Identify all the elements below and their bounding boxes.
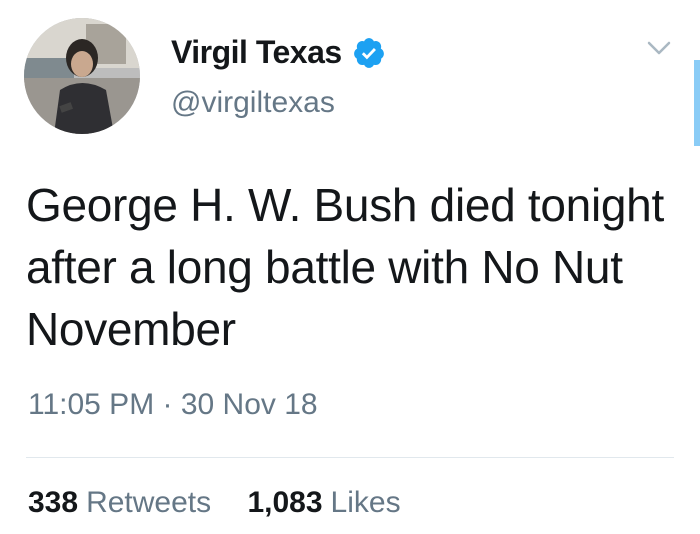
avatar-photo (24, 18, 140, 134)
scrollbar-thumb[interactable] (694, 60, 700, 146)
retweets-count: 338 (28, 486, 79, 519)
likes-count: 1,083 (247, 486, 323, 519)
verified-badge-icon (352, 36, 386, 70)
divider (26, 457, 674, 458)
user-handle[interactable]: @virgiltexas (171, 86, 335, 120)
chevron-down-icon[interactable] (646, 38, 672, 58)
tweet-stats: 338 Retweets 1,083 Likes (28, 486, 401, 520)
likes-label: Likes (330, 486, 401, 519)
display-name[interactable]: Virgil Texas (171, 34, 342, 71)
tweet-text: George H. W. Bush died tonight after a l… (26, 179, 664, 355)
likes-stat[interactable]: 1,083 Likes (247, 486, 400, 520)
avatar[interactable] (24, 18, 140, 134)
tweet-timestamp[interactable]: 11:05 PM · 30 Nov 18 (28, 388, 318, 422)
retweets-label: Retweets (86, 486, 212, 519)
retweets-stat[interactable]: 338 Retweets (28, 486, 211, 520)
tweet-card: Virgil Texas @virgiltexas George H. W. B… (0, 0, 700, 534)
name-row: Virgil Texas (171, 34, 386, 71)
